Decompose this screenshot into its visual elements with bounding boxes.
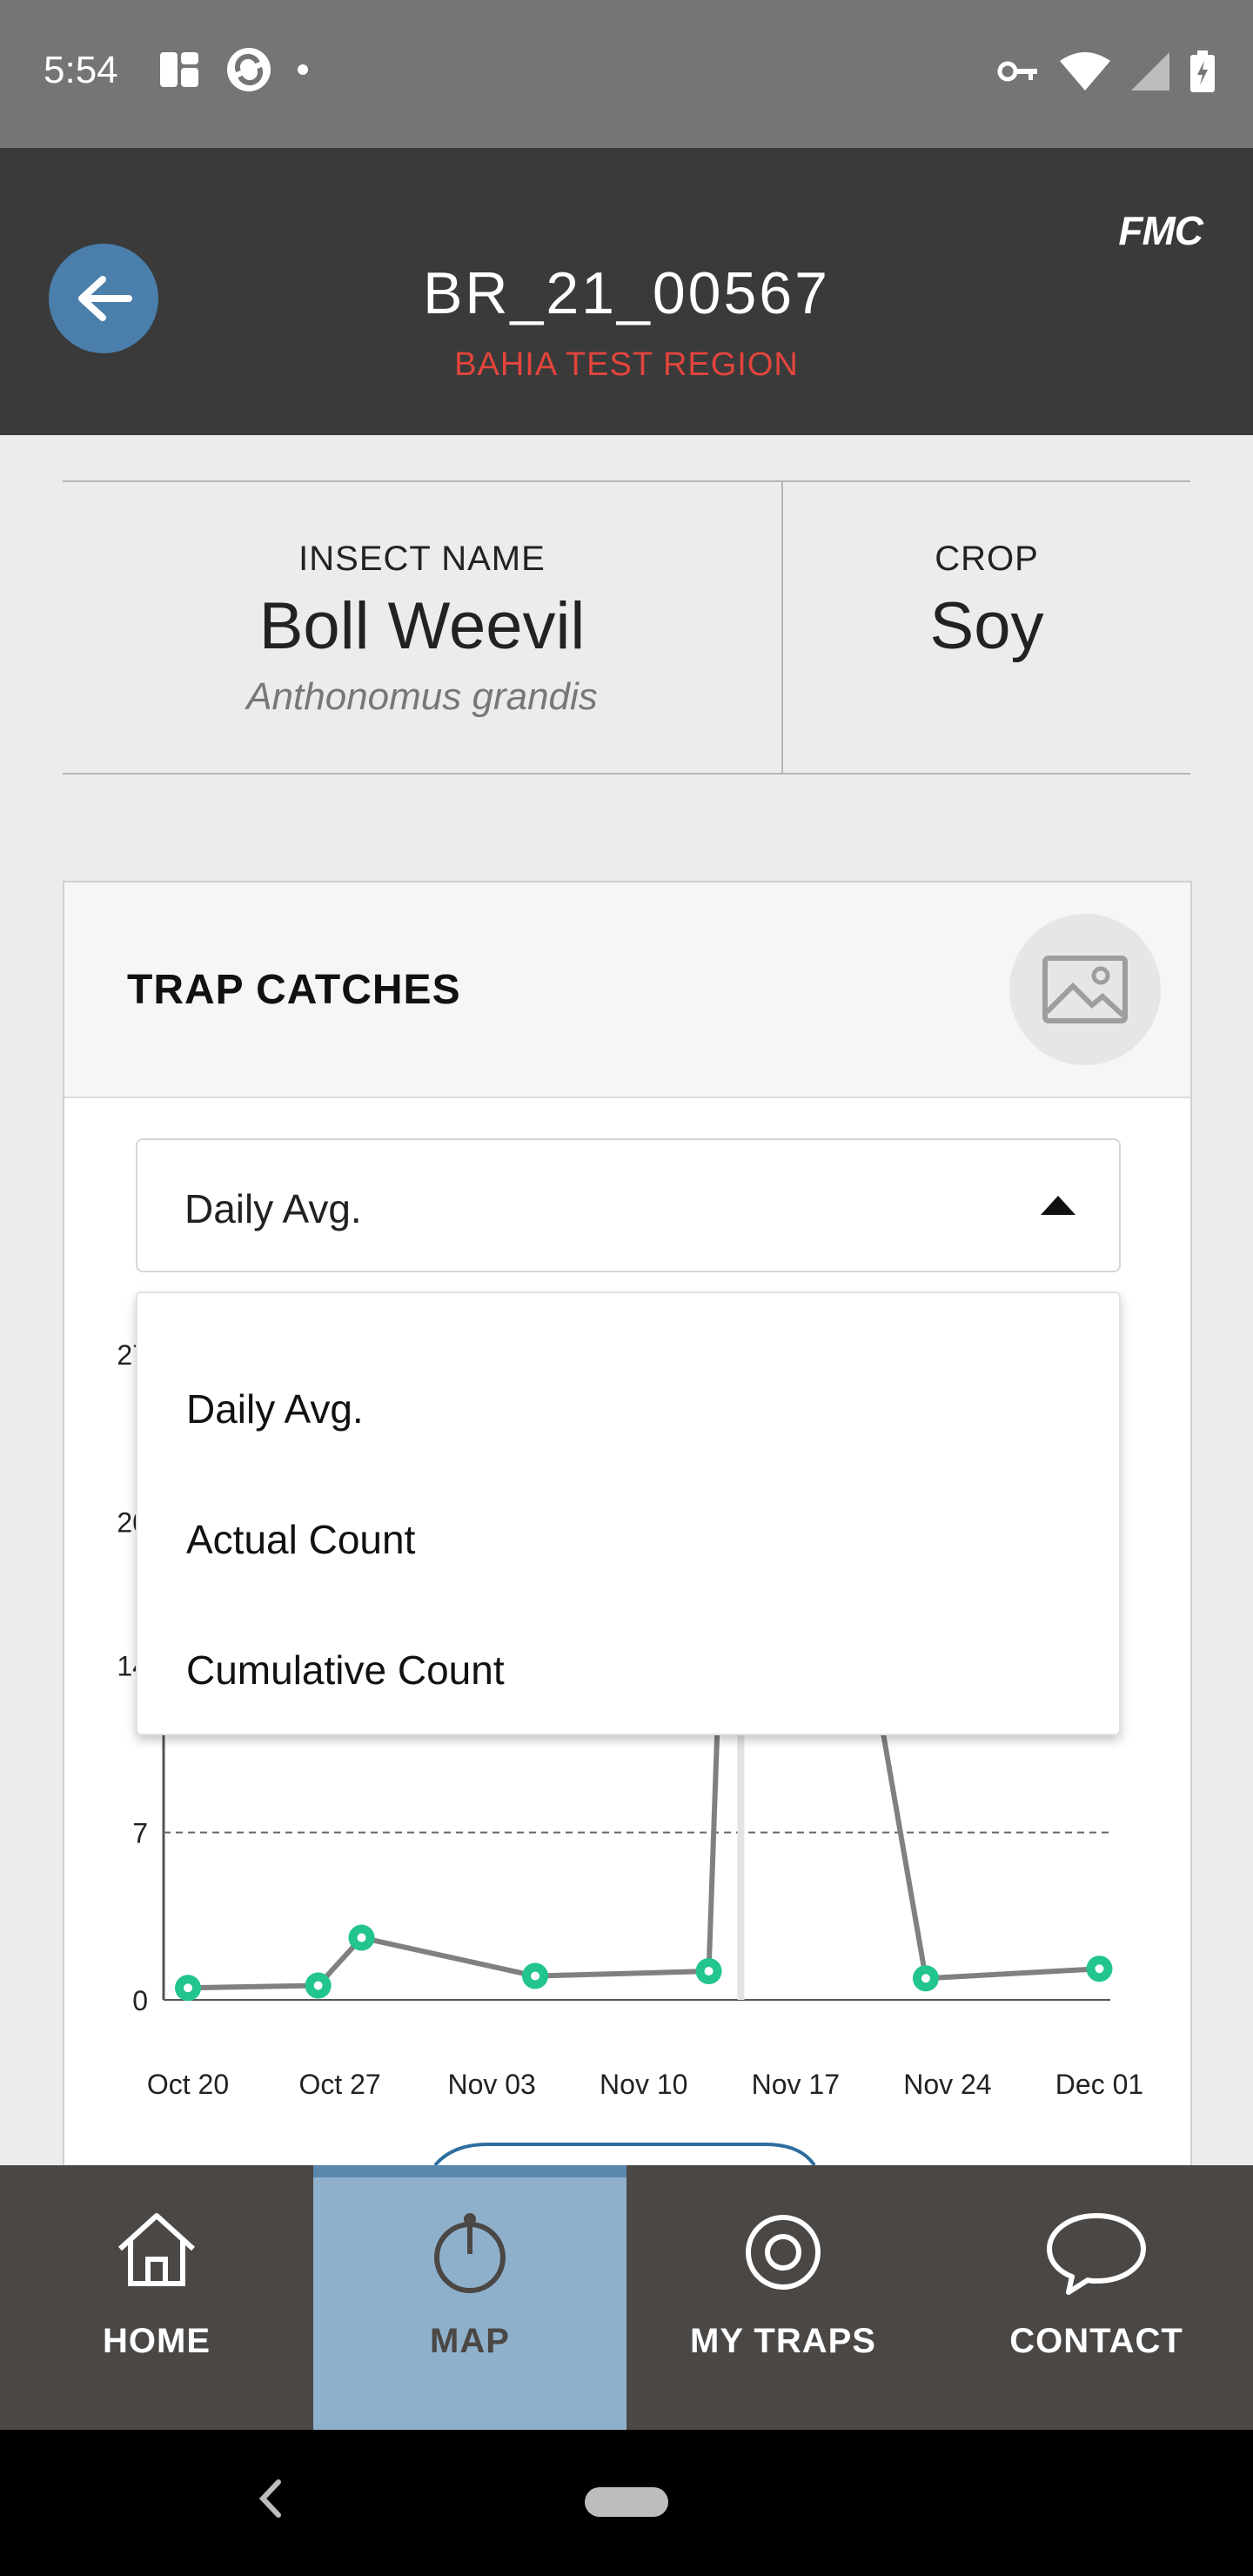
chart-mode-dropdown: Daily Avg. Actual Count Cumulative Count — [136, 1291, 1121, 1735]
image-button[interactable] — [1009, 914, 1161, 1065]
select-value: Daily Avg. — [184, 1186, 362, 1231]
nav-home[interactable]: HOME — [0, 2165, 313, 2430]
trap-info: INSECT NAME Boll Weevil Anthonomus grand… — [63, 480, 1190, 775]
crop-label: CROP — [935, 540, 1039, 578]
crop-value: Soy — [929, 589, 1044, 663]
status-time: 5:54 — [44, 49, 118, 91]
chart-mode-select[interactable]: Daily Avg. — [136, 1138, 1121, 1272]
sync-icon — [227, 48, 271, 91]
bottom-nav: HOME MAP MY TRAPS CONTACT — [0, 2165, 1253, 2430]
nav-home-label: HOME — [103, 2322, 211, 2360]
caret-up-icon — [1041, 1196, 1075, 1215]
region-name: BAHIA TEST REGION — [454, 346, 799, 383]
insect-label: INSECT NAME — [298, 540, 546, 578]
nav-map[interactable]: MAP — [313, 2165, 626, 2430]
status-bar: 5:54 — [0, 0, 1253, 148]
nav-contact[interactable]: CONTACT — [940, 2165, 1253, 2430]
option-cumulative-count[interactable]: Cumulative Count — [186, 1647, 505, 1694]
system-back-icon[interactable] — [258, 2477, 284, 2520]
card-header: TRAP CATCHES — [64, 882, 1190, 1098]
nav-my-traps-label: MY TRAPS — [690, 2322, 876, 2360]
target-icon — [746, 2215, 821, 2290]
home-icon — [117, 2213, 196, 2286]
wifi-icon — [1060, 52, 1110, 91]
battery-icon — [1190, 50, 1215, 92]
nav-my-traps[interactable]: MY TRAPS — [626, 2165, 940, 2430]
option-actual-count[interactable]: Actual Count — [186, 1516, 415, 1563]
dot-icon — [298, 64, 308, 75]
image-icon — [1042, 956, 1128, 1023]
nav-map-label: MAP — [430, 2322, 510, 2360]
nav-contact-label: CONTACT — [1009, 2322, 1183, 2360]
option-daily-avg[interactable]: Daily Avg. — [186, 1385, 364, 1432]
header: BR_21_00567 BAHIA TEST REGION FMC — [0, 148, 1253, 435]
trap-catches-title: TRAP CATCHES — [127, 967, 461, 1013]
notification-icon — [160, 52, 198, 87]
system-home-button[interactable] — [585, 2487, 668, 2517]
system-nav-bar — [0, 2430, 1253, 2576]
brand-logo: FMC — [1118, 208, 1203, 253]
insect-info: INSECT NAME Boll Weevil Anthonomus grand… — [63, 482, 781, 773]
signal-icon — [1131, 52, 1169, 91]
status-icons-right — [997, 50, 1215, 92]
insect-name: Boll Weevil — [258, 589, 586, 663]
trap-id: BR_21_00567 — [423, 260, 830, 326]
pin-icon — [434, 2213, 506, 2293]
active-indicator — [313, 2165, 626, 2177]
key-icon — [997, 61, 1037, 82]
status-icons-left — [157, 45, 310, 94]
crop-info: CROP Soy — [783, 482, 1190, 773]
chat-icon — [1047, 2213, 1146, 2295]
insect-scientific-name: Anthonomus grandis — [246, 675, 598, 718]
